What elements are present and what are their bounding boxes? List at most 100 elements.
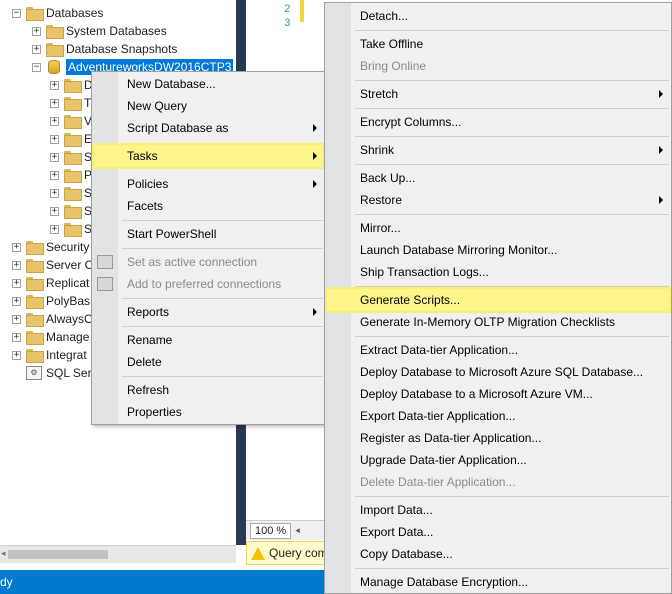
- tree-node-child[interactable]: + V: [50, 112, 92, 130]
- menu-item-register-data-tier[interactable]: Register as Data-tier Application...: [325, 427, 671, 449]
- expand-icon[interactable]: +: [12, 296, 21, 306]
- menu-item-upgrade-data-tier[interactable]: Upgrade Data-tier Application...: [325, 449, 671, 471]
- expand-icon[interactable]: +: [50, 98, 59, 108]
- menu-item-export-data[interactable]: Export Data...: [325, 521, 671, 543]
- menu-item-generate-oltp-checklists[interactable]: Generate In-Memory OLTP Migration Checkl…: [325, 311, 671, 333]
- expand-icon[interactable]: +: [12, 350, 21, 360]
- menu-item-rename[interactable]: Rename: [92, 329, 325, 351]
- zoom-bar: 100 % ◂: [246, 520, 326, 540]
- tree-node-child[interactable]: + S: [50, 202, 92, 220]
- expand-icon[interactable]: +: [12, 278, 21, 288]
- menu-item-script-database-as[interactable]: Script Database as: [92, 117, 325, 139]
- menu-item-launch-mirroring-monitor[interactable]: Launch Database Mirroring Monitor...: [325, 239, 671, 261]
- zoom-select[interactable]: 100 %: [250, 522, 292, 539]
- menu-separator: [355, 336, 669, 337]
- expand-icon[interactable]: +: [32, 44, 41, 54]
- folder-icon: [26, 241, 44, 255]
- line-number: 3: [284, 18, 291, 30]
- menu-item-label: Policies: [127, 177, 169, 191]
- tree-node-child[interactable]: + E: [50, 130, 92, 148]
- menu-item-stretch[interactable]: Stretch: [325, 83, 671, 105]
- tree-node-child[interactable]: + S: [50, 184, 92, 202]
- expand-icon[interactable]: +: [32, 26, 41, 36]
- expand-icon[interactable]: +: [12, 242, 21, 252]
- menu-item-shrink[interactable]: Shrink: [325, 139, 671, 161]
- menu-item-label: New Query: [127, 99, 188, 113]
- menu-item-back-up[interactable]: Back Up...: [325, 167, 671, 189]
- menu-item-facets[interactable]: Facets: [92, 195, 325, 217]
- menu-item-new-database[interactable]: New Database...: [92, 73, 325, 95]
- tree-node-alwayson[interactable]: + AlwaysO: [12, 310, 93, 328]
- tree-node-integration[interactable]: + Integrat: [12, 346, 87, 364]
- change-marker: [300, 0, 304, 22]
- database-icon: [48, 60, 60, 74]
- menu-item-label: Add to preferred connections: [127, 277, 282, 291]
- tree-node-label: Server O: [46, 258, 95, 272]
- folder-icon: [26, 313, 44, 327]
- menu-item-refresh[interactable]: Refresh: [92, 379, 325, 401]
- menu-item-import-data[interactable]: Import Data...: [325, 499, 671, 521]
- scroll-left-icon[interactable]: ◂: [295, 525, 300, 536]
- menu-item-deploy-azure-sql[interactable]: Deploy Database to Microsoft Azure SQL D…: [325, 361, 671, 383]
- menu-item-copy-database[interactable]: Copy Database...: [325, 543, 671, 565]
- menu-item-reports[interactable]: Reports: [92, 301, 325, 323]
- tree-node-database-snapshots[interactable]: + Database Snapshots: [32, 40, 177, 58]
- database-context-menu: New Database... New Query Script Databas…: [91, 71, 326, 425]
- menu-item-ship-transaction-logs[interactable]: Ship Transaction Logs...: [325, 261, 671, 283]
- expand-icon[interactable]: +: [50, 116, 59, 126]
- menu-item-deploy-azure-vm[interactable]: Deploy Database to a Microsoft Azure VM.…: [325, 383, 671, 405]
- tree-node-child[interactable]: + S: [50, 148, 92, 166]
- tree-node-server-objects[interactable]: + Server O: [12, 256, 94, 274]
- expand-icon[interactable]: +: [12, 314, 21, 324]
- menu-item-take-offline[interactable]: Take Offline: [325, 33, 671, 55]
- tree-node-child[interactable]: + P: [50, 166, 92, 184]
- expand-icon[interactable]: +: [50, 80, 59, 90]
- menu-separator: [355, 80, 669, 81]
- tree-node-child[interactable]: + T: [50, 94, 91, 112]
- submenu-arrow-icon: [659, 196, 663, 204]
- menu-item-export-data-tier[interactable]: Export Data-tier Application...: [325, 405, 671, 427]
- collapse-icon[interactable]: −: [12, 8, 21, 18]
- menu-item-delete[interactable]: Delete: [92, 351, 325, 373]
- tree-node-label: Security: [46, 240, 90, 254]
- expand-icon[interactable]: +: [50, 134, 59, 144]
- scroll-left-icon[interactable]: ◂: [1, 548, 6, 559]
- scrollbar-thumb[interactable]: [8, 550, 108, 559]
- menu-separator: [122, 376, 323, 377]
- tree-node-system-databases[interactable]: + System Databases: [32, 22, 167, 40]
- expand-icon[interactable]: +: [50, 224, 59, 234]
- submenu-arrow-icon: [313, 180, 317, 188]
- menu-item-label: Copy Database...: [360, 547, 453, 561]
- tree-node-security[interactable]: + Security: [12, 238, 89, 256]
- menu-item-tasks[interactable]: Tasks: [92, 143, 325, 169]
- query-status-bar: Query com: [246, 541, 326, 565]
- tree-node-replication[interactable]: + Replicat: [12, 274, 89, 292]
- menu-item-new-query[interactable]: New Query: [92, 95, 325, 117]
- menu-item-start-powershell[interactable]: Start PowerShell: [92, 223, 325, 245]
- menu-item-mirror[interactable]: Mirror...: [325, 217, 671, 239]
- menu-item-restore[interactable]: Restore: [325, 189, 671, 211]
- menu-item-label: Deploy Database to a Microsoft Azure VM.…: [360, 387, 593, 401]
- menu-item-policies[interactable]: Policies: [92, 173, 325, 195]
- tree-node-child[interactable]: + S: [50, 220, 92, 238]
- menu-item-properties[interactable]: Properties: [92, 401, 325, 423]
- expand-icon[interactable]: +: [50, 188, 59, 198]
- expand-icon[interactable]: +: [50, 206, 59, 216]
- menu-item-generate-scripts[interactable]: Generate Scripts...: [325, 287, 671, 313]
- tree-horizontal-scrollbar[interactable]: ◂: [0, 545, 236, 563]
- expand-icon[interactable]: +: [50, 170, 59, 180]
- tree-node-polybase[interactable]: + PolyBas: [12, 292, 90, 310]
- tree-node-management[interactable]: + Manage: [12, 328, 89, 346]
- menu-item-manage-encryption[interactable]: Manage Database Encryption...: [325, 571, 671, 593]
- tree-node-sql-agent[interactable]: ⚙ SQL Serv: [26, 364, 98, 382]
- submenu-arrow-icon: [659, 146, 663, 154]
- tree-node-databases[interactable]: − Databases: [12, 4, 103, 22]
- expand-icon[interactable]: +: [12, 260, 21, 270]
- menu-item-extract-data-tier[interactable]: Extract Data-tier Application...: [325, 339, 671, 361]
- tree-node-child[interactable]: + D: [50, 76, 93, 94]
- collapse-icon[interactable]: −: [32, 62, 41, 72]
- expand-icon[interactable]: +: [50, 152, 59, 162]
- menu-item-detach[interactable]: Detach...: [325, 5, 671, 27]
- expand-icon[interactable]: +: [12, 332, 21, 342]
- menu-item-encrypt-columns[interactable]: Encrypt Columns...: [325, 111, 671, 133]
